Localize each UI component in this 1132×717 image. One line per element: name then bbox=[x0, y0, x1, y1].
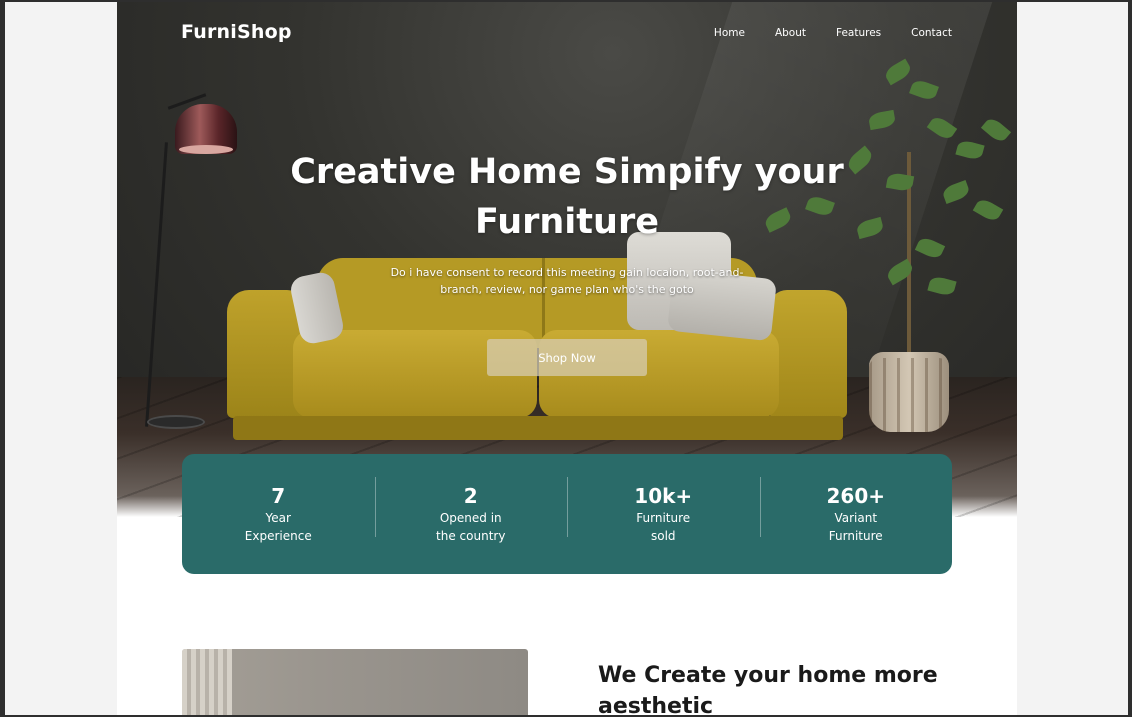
stat-label: Year Experience bbox=[244, 511, 312, 543]
hero-subtitle: Do i have consent to record this meeting… bbox=[390, 266, 744, 296]
site-logo[interactable]: FurniShop bbox=[181, 21, 292, 43]
stat-label: Variant Furniture bbox=[828, 511, 883, 543]
lamp-base bbox=[147, 415, 205, 429]
sofa-base bbox=[233, 416, 843, 440]
page: FurniShop Home About Features Contact Cr… bbox=[117, 2, 1017, 715]
plant-pot bbox=[869, 352, 949, 432]
nav-link-contact[interactable]: Contact bbox=[911, 27, 952, 39]
leaf bbox=[972, 196, 1004, 224]
stat-value: 2 bbox=[463, 484, 478, 508]
about-image bbox=[182, 649, 528, 715]
leaf bbox=[980, 115, 1012, 145]
sofa-arm-right bbox=[769, 290, 847, 418]
leaf bbox=[927, 274, 957, 298]
stat-item: 7 Year Experience bbox=[182, 483, 375, 545]
hero-section: FurniShop Home About Features Contact Cr… bbox=[117, 2, 1017, 517]
stat-item: 260+ Variant Furniture bbox=[759, 477, 953, 545]
stat-label: Opened in the country bbox=[436, 511, 506, 543]
nav-link-features[interactable]: Features bbox=[836, 27, 881, 39]
stats-bar: 7 Year Experience 2 Opened in the countr… bbox=[182, 454, 952, 574]
browser-viewport: FurniShop Home About Features Contact Cr… bbox=[5, 2, 1128, 715]
hero-title: Creative Home Simpify your Furniture bbox=[290, 152, 844, 242]
shop-now-button[interactable]: Shop Now bbox=[487, 339, 647, 376]
curtain bbox=[182, 649, 232, 715]
stat-item: 10k+ Furniture sold bbox=[567, 477, 760, 545]
main-nav: Home About Features Contact bbox=[714, 27, 952, 39]
nav-link-home[interactable]: Home bbox=[714, 27, 745, 39]
leaf bbox=[941, 180, 971, 204]
stat-label: Furniture sold bbox=[636, 511, 691, 543]
leaf bbox=[914, 235, 946, 261]
lamp-glow bbox=[179, 145, 233, 154]
stat-value: 10k+ bbox=[634, 484, 693, 508]
leaf bbox=[955, 138, 985, 162]
stat-item: 2 Opened in the country bbox=[374, 477, 568, 545]
nav-link-about[interactable]: About bbox=[775, 27, 806, 39]
about-title: We Create your home more aesthetic bbox=[598, 663, 938, 715]
stat-value: 260+ bbox=[826, 484, 885, 508]
stat-value: 7 bbox=[271, 484, 286, 508]
